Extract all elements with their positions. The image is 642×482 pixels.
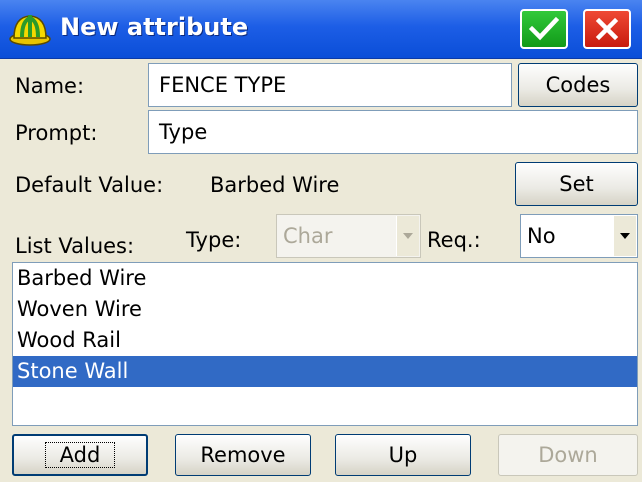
- down-button-label: Down: [538, 443, 598, 467]
- list-item-selected[interactable]: Stone Wall: [13, 356, 637, 387]
- list-item[interactable]: Woven Wire: [13, 294, 637, 325]
- list-values-label: List Values:: [15, 234, 135, 258]
- type-select-value: Char: [283, 224, 333, 248]
- type-label: Type:: [186, 228, 242, 252]
- title-bar: New attribute: [0, 0, 642, 59]
- close-button[interactable]: [583, 9, 631, 49]
- prompt-label: Prompt:: [15, 121, 98, 145]
- close-x-icon: [595, 17, 619, 41]
- codes-button-label: Codes: [545, 73, 611, 97]
- req-select[interactable]: No: [520, 214, 638, 258]
- remove-button-label: Remove: [200, 443, 286, 467]
- hardhat-icon: [9, 15, 51, 46]
- req-label: Req.:: [427, 228, 481, 252]
- prompt-input[interactable]: Type: [148, 110, 638, 154]
- default-value-text: Barbed Wire: [210, 173, 340, 197]
- add-button-label: Add: [44, 442, 116, 468]
- default-value-label: Default Value:: [15, 173, 164, 197]
- down-button: Down: [498, 434, 638, 476]
- name-input[interactable]: FENCE TYPE: [148, 63, 512, 107]
- list-item[interactable]: Barbed Wire: [13, 263, 637, 294]
- set-button[interactable]: Set: [515, 162, 638, 206]
- up-button-label: Up: [388, 443, 418, 467]
- type-select: Char: [276, 214, 421, 258]
- up-button[interactable]: Up: [335, 434, 471, 476]
- remove-button[interactable]: Remove: [175, 434, 311, 476]
- name-label: Name:: [15, 74, 85, 98]
- set-button-label: Set: [559, 172, 594, 196]
- checkmark-icon: [529, 16, 559, 41]
- dropdown-arrow-icon[interactable]: [613, 216, 636, 256]
- ok-button[interactable]: [520, 9, 568, 49]
- codes-button[interactable]: Codes: [518, 63, 638, 107]
- req-select-value: No: [527, 224, 556, 248]
- dropdown-arrow-icon: [396, 216, 419, 256]
- list-item[interactable]: Wood Rail: [13, 325, 637, 356]
- add-button[interactable]: Add: [12, 434, 148, 476]
- list-values-box[interactable]: Barbed Wire Woven Wire Wood Rail Stone W…: [12, 262, 638, 426]
- window-title: New attribute: [60, 13, 249, 41]
